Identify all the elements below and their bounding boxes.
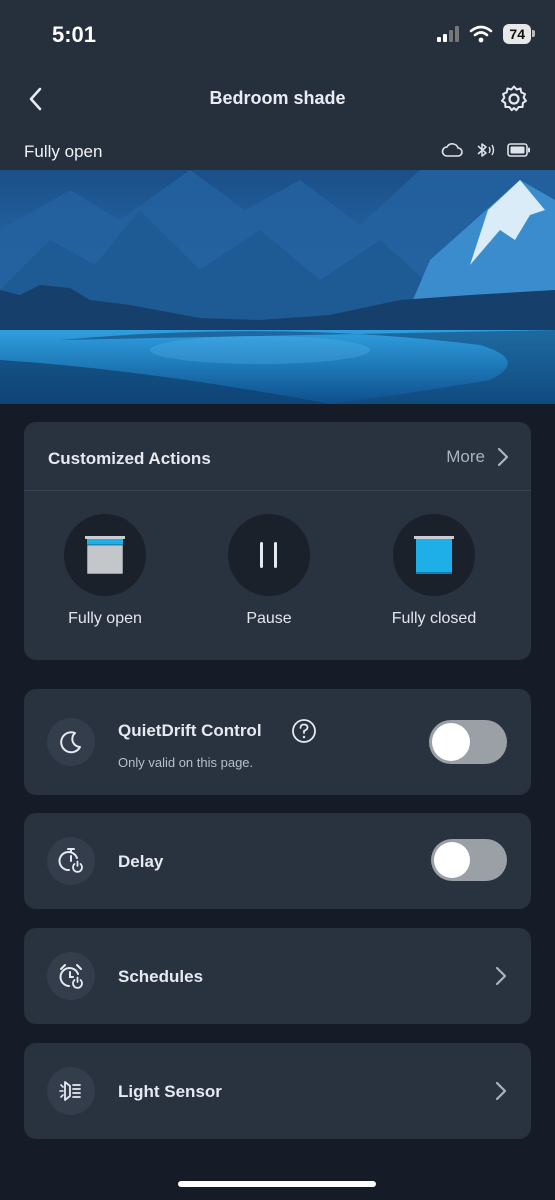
action-pause-button[interactable] xyxy=(228,514,310,596)
shade-open-icon xyxy=(85,536,125,575)
quietdrift-title: QuietDrift Control xyxy=(118,721,262,740)
gear-icon[interactable] xyxy=(499,84,529,114)
customized-actions-card: Customized Actions More Fully open Pause… xyxy=(24,422,531,660)
action-fully-open-button[interactable] xyxy=(64,514,146,596)
chevron-right-icon xyxy=(495,966,507,986)
bluetooth-icon xyxy=(477,143,495,157)
device-status-icons xyxy=(441,141,531,159)
header: 5:01 74 Bedroom shade Fully open xyxy=(0,0,555,170)
action-fully-open[interactable]: Fully open xyxy=(30,514,180,628)
more-label: More xyxy=(446,447,485,466)
light-sensor-title: Light Sensor xyxy=(118,1082,222,1101)
help-icon[interactable] xyxy=(291,718,317,744)
timer-power-icon xyxy=(58,848,83,873)
mountain-lake-illustration xyxy=(0,170,555,404)
moon-icon xyxy=(60,731,81,754)
alarm-clock-icon xyxy=(59,964,83,989)
battery-level: 74 xyxy=(503,24,535,44)
cloud-icon xyxy=(441,143,463,157)
wifi-icon xyxy=(470,25,493,43)
timer-icon-wrap xyxy=(47,837,95,885)
action-fully-closed-button[interactable] xyxy=(393,514,475,596)
delay-title: Delay xyxy=(118,852,164,871)
signal-icon xyxy=(437,26,460,42)
page-title: Bedroom shade xyxy=(209,88,346,108)
action-pause[interactable]: Pause xyxy=(194,514,344,628)
delay-toggle[interactable] xyxy=(431,839,507,881)
quietdrift-control-row: QuietDrift Control Only valid on this pa… xyxy=(24,689,531,795)
actions-title: Customized Actions xyxy=(48,449,211,468)
status-icons: 74 xyxy=(437,24,535,44)
battery-icon xyxy=(507,143,530,157)
more-link[interactable]: More xyxy=(446,447,509,467)
quietdrift-toggle[interactable] xyxy=(429,720,507,764)
action-label: Pause xyxy=(246,610,292,627)
light-sensor-icon xyxy=(59,1081,81,1101)
action-label: Fully open xyxy=(68,610,142,627)
pause-icon xyxy=(260,542,277,568)
toggle-knob xyxy=(432,723,470,761)
light-sensor-row[interactable]: Light Sensor xyxy=(24,1043,531,1139)
schedules-row[interactable]: Schedules xyxy=(24,928,531,1024)
moon-icon-wrap xyxy=(47,718,95,766)
actions-header: Customized Actions More xyxy=(24,422,531,491)
delay-row[interactable]: Delay xyxy=(24,813,531,909)
schedules-title: Schedules xyxy=(118,967,204,986)
action-label: Fully closed xyxy=(391,610,477,627)
chevron-right-icon xyxy=(497,447,509,467)
toggle-knob xyxy=(434,842,470,878)
status-time: 5:01 xyxy=(52,22,97,47)
shade-state-label: Fully open xyxy=(24,142,103,161)
chevron-right-icon xyxy=(495,1081,507,1101)
quietdrift-subtitle: Only valid on this page. xyxy=(118,755,254,770)
shade-closed-icon xyxy=(414,536,454,574)
alarm-icon-wrap xyxy=(47,952,95,1000)
home-indicator[interactable] xyxy=(178,1181,376,1187)
light-sensor-icon-wrap xyxy=(47,1067,95,1115)
action-fully-closed[interactable]: Fully closed xyxy=(359,514,509,628)
